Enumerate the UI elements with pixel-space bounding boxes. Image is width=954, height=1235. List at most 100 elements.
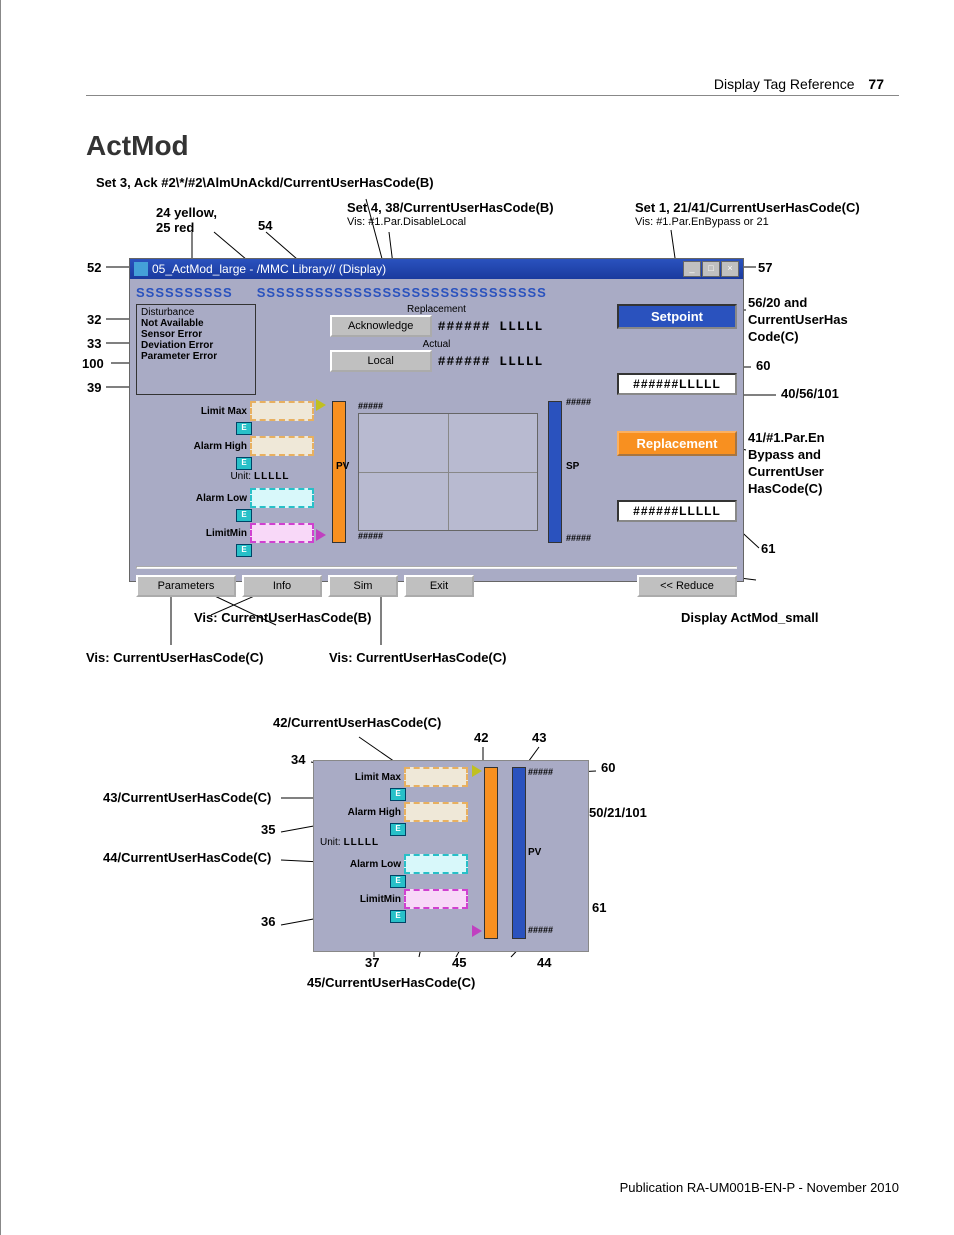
- d-e-4[interactable]: E: [390, 910, 406, 923]
- right-value-2: ######LLLLL: [617, 500, 737, 522]
- d-e-3[interactable]: E: [390, 875, 406, 888]
- d-arrow-yellow: [472, 765, 482, 777]
- callout-disp-small: Display ActMod_small: [681, 610, 819, 625]
- callout-set1: Set 1, 21/41/CurrentUserHasCode(C): [635, 200, 860, 215]
- callout-41d: HasCode(C): [748, 481, 822, 496]
- parameters-button[interactable]: Parameters: [136, 575, 236, 597]
- callout-41c: CurrentUser: [748, 464, 824, 479]
- error-list: Disturbance Not Available Sensor Error D…: [136, 304, 256, 395]
- d-sp-bar: [512, 767, 526, 939]
- err-disturbance: Disturbance: [141, 307, 251, 318]
- callout-50: 50/21/101: [589, 805, 647, 820]
- callout-33: 33: [87, 336, 101, 351]
- status-s1: SSSSSSSSSS: [136, 285, 233, 300]
- e-badge-4[interactable]: E: [236, 544, 252, 557]
- app-window: 05_ActMod_large - /MMC Library// (Displa…: [129, 258, 744, 582]
- callout-37: 37: [365, 955, 379, 970]
- e-badge-2[interactable]: E: [236, 457, 252, 470]
- err-sensor: Sensor Error: [141, 329, 251, 340]
- callout-set3: Set 3, Ack #2\*/#2\AlmUnAckd/CurrentUser…: [96, 175, 434, 190]
- callout-61: 61: [761, 541, 775, 556]
- limit-max-field[interactable]: [250, 401, 314, 421]
- header: Display Tag Reference 77: [714, 76, 884, 92]
- replacement-button[interactable]: Replacement: [617, 431, 737, 456]
- label-actual: Actual: [264, 339, 609, 350]
- d-alarm-low-field[interactable]: [404, 854, 468, 874]
- info-button[interactable]: Info: [242, 575, 322, 597]
- callout-24yellow: 24 yellow,: [156, 205, 217, 220]
- replacement-value: ###### LLLLL: [438, 319, 544, 334]
- sp-label: SP: [566, 461, 579, 472]
- callout-52: 52: [87, 260, 101, 275]
- callout-45c: 45/CurrentUserHasCode(C): [307, 975, 475, 990]
- d-alarm-high-label: Alarm High: [348, 807, 401, 818]
- callout-39: 39: [87, 380, 101, 395]
- d-hash-top: #####: [528, 767, 553, 777]
- callout-25red: 25 red: [156, 220, 194, 235]
- err-deviation: Deviation Error: [141, 340, 251, 351]
- header-rule: [86, 95, 899, 96]
- pv-label: PV: [336, 461, 349, 472]
- alarm-high-field[interactable]: [250, 436, 314, 456]
- callout-43c: 43/CurrentUserHasCode(C): [103, 790, 271, 805]
- pv-bar: [332, 401, 346, 543]
- callout-56c: Code(C): [748, 329, 799, 344]
- maximize-button[interactable]: □: [702, 261, 720, 277]
- callout-56b: CurrentUserHas: [748, 312, 848, 327]
- arrow-magenta-bot: [316, 529, 326, 541]
- chart-box: [358, 413, 538, 531]
- hash-bot-left: #####: [358, 531, 383, 541]
- callout-32: 32: [87, 312, 101, 327]
- minimize-button[interactable]: _: [683, 261, 701, 277]
- unit-value: LLLLL: [254, 471, 314, 482]
- callout-45: 45: [452, 955, 466, 970]
- d-e-1[interactable]: E: [390, 788, 406, 801]
- alarm-low-label: Alarm Low: [196, 493, 247, 504]
- exit-button[interactable]: Exit: [404, 575, 474, 597]
- setpoint-button[interactable]: Setpoint: [617, 304, 737, 329]
- divider: [136, 566, 737, 569]
- callout-34: 34: [291, 752, 305, 767]
- hash-top-right: #####: [566, 397, 591, 407]
- alarm-high-label: Alarm High: [194, 441, 247, 452]
- d-alarm-low-label: Alarm Low: [350, 859, 401, 870]
- acknowledge-button[interactable]: Acknowledge: [330, 315, 432, 337]
- callout-42c: 42/CurrentUserHasCode(C): [273, 715, 441, 730]
- sim-button[interactable]: Sim: [328, 575, 398, 597]
- callout-set4-sub: Vis: #1.Par.DisableLocal: [347, 216, 466, 228]
- page-title: ActMod: [86, 130, 189, 162]
- callout-43: 43: [532, 730, 546, 745]
- limit-min-label: LimitMin: [206, 528, 247, 539]
- callout-visB: Vis: CurrentUserHasCode(B): [194, 610, 371, 625]
- limit-min-field[interactable]: [250, 523, 314, 543]
- d-alarm-high-field[interactable]: [404, 802, 468, 822]
- callout-44c: 44/CurrentUserHasCode(C): [103, 850, 271, 865]
- d-e-2[interactable]: E: [390, 823, 406, 836]
- callout-d60: 60: [601, 760, 615, 775]
- page-number: 77: [868, 76, 884, 92]
- hash-top-left: #####: [358, 401, 383, 411]
- title-bar: 05_ActMod_large - /MMC Library// (Displa…: [130, 259, 743, 279]
- d-limit-max-field[interactable]: [404, 767, 468, 787]
- callout-41b: Bypass and: [748, 447, 821, 462]
- close-button[interactable]: ×: [721, 261, 739, 277]
- alarm-low-field[interactable]: [250, 488, 314, 508]
- d-arrow-magenta: [472, 925, 482, 937]
- d-limit-min-field[interactable]: [404, 889, 468, 909]
- detail-panel: Limit Max E Alarm High E Unit: LLLLL Ala…: [313, 760, 589, 952]
- d-pv-label: PV: [528, 847, 541, 858]
- e-badge-3[interactable]: E: [236, 509, 252, 522]
- d-unit-label: Unit:: [320, 837, 341, 848]
- arrow-yellow-top: [316, 399, 326, 411]
- hash-bot-right: #####: [566, 533, 591, 543]
- callout-44: 44: [537, 955, 551, 970]
- callout-40: 40/56/101: [781, 386, 839, 401]
- callout-57: 57: [758, 260, 772, 275]
- callout-35: 35: [261, 822, 275, 837]
- reduce-button[interactable]: << Reduce: [637, 575, 737, 597]
- e-badge-1[interactable]: E: [236, 422, 252, 435]
- actual-value: ###### LLLLL: [438, 354, 544, 369]
- callout-visC1: Vis: CurrentUserHasCode(C): [86, 650, 263, 665]
- footer-text: Publication RA-UM001B-EN-P - November 20…: [620, 1180, 899, 1195]
- local-button[interactable]: Local: [330, 350, 432, 372]
